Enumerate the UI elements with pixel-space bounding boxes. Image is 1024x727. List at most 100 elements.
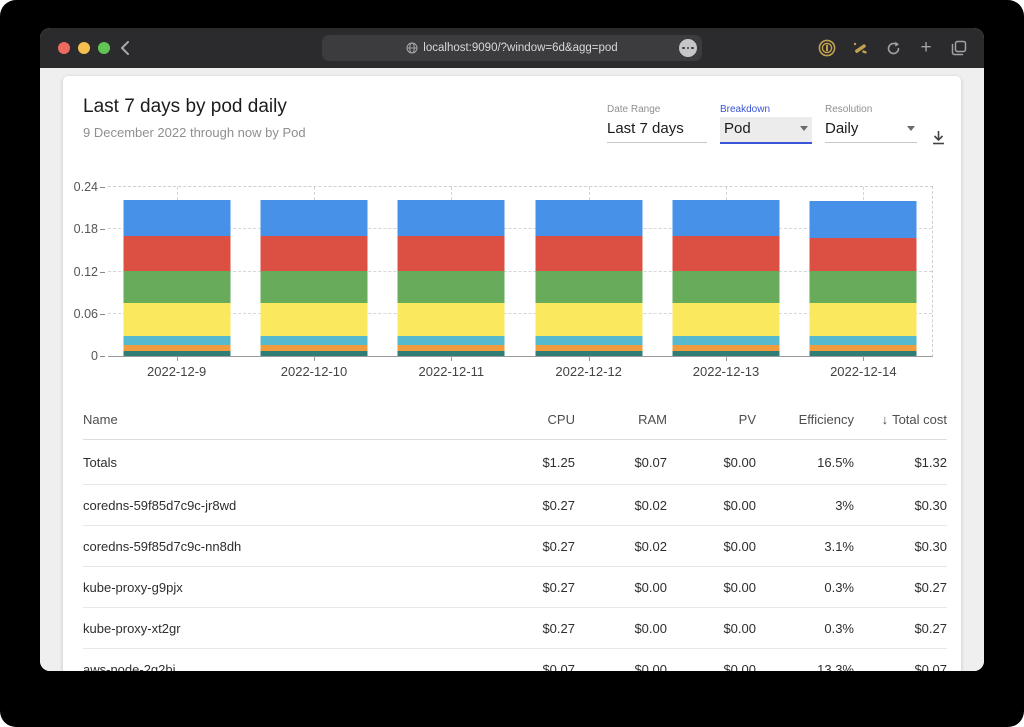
bar-segment-blue[interactable] [535, 200, 643, 236]
zoom-window-button[interactable] [98, 42, 110, 54]
cell-efficiency: 13.3% [817, 661, 854, 672]
bar-segment-red[interactable] [123, 235, 231, 271]
x-axis-label: 2022-12-13 [692, 364, 760, 379]
stacked-bar[interactable] [809, 201, 917, 356]
table-row[interactable]: aws-node-2g2bj $0.07 $0.00 $0.00 13.3% $0.07 [83, 649, 947, 672]
bar-segment-teal[interactable] [397, 351, 505, 356]
cell-efficiency: 3% [835, 497, 854, 513]
bar-segment-yellow[interactable] [123, 303, 231, 337]
cell-efficiency: 0.3% [824, 620, 854, 636]
cell-efficiency: 0.3% [824, 579, 854, 595]
cell-cpu: $0.27 [542, 497, 575, 513]
bar-segment-cyan[interactable] [672, 336, 780, 345]
back-button[interactable] [116, 38, 136, 58]
bar-segment-teal[interactable] [809, 351, 917, 356]
column-header-pv[interactable]: PV [667, 412, 756, 427]
bar-segment-blue[interactable] [123, 200, 231, 236]
column-header-cpu[interactable]: CPU [483, 412, 575, 427]
chevron-down-icon [907, 126, 915, 131]
bar-segment-green[interactable] [809, 270, 917, 304]
bar-segment-green[interactable] [123, 270, 231, 304]
cell-pv: $0.00 [723, 497, 756, 513]
bar-segment-cyan[interactable] [535, 336, 643, 345]
bar-segment-green[interactable] [260, 270, 368, 304]
close-window-button[interactable] [58, 42, 70, 54]
resolution-select[interactable]: Resolution Daily [825, 104, 917, 143]
browser-titlebar: localhost:9090/?window=6d&agg=pod + [40, 28, 984, 68]
cell-name: aws-node-2g2bj [83, 661, 176, 672]
address-bar[interactable]: localhost:9090/?window=6d&agg=pod [322, 35, 702, 61]
y-axis-label: 0.12 [74, 265, 108, 279]
page-background: Last 7 days by pod daily 9 December 2022… [40, 68, 984, 671]
plot-area: 0 0.06 0.12 0.18 0.24 2022-12-9 2022-12-10 2022… [74, 180, 933, 379]
bar-segment-teal[interactable] [672, 351, 780, 356]
bar-segment-yellow[interactable] [672, 303, 780, 337]
bar-segment-red[interactable] [672, 235, 780, 271]
onepassword-extension-button[interactable] [818, 39, 836, 57]
bar-segment-cyan[interactable] [809, 336, 917, 345]
x-axis-label: 2022-12-9 [147, 364, 207, 379]
onepassword-extension-icon [818, 39, 836, 57]
column-header-ram[interactable]: RAM [575, 412, 667, 427]
bar-segment-green[interactable] [397, 270, 505, 304]
breakdown-select[interactable]: Breakdown Pod [720, 104, 812, 144]
reload-button[interactable] [884, 39, 902, 57]
bar-segment-blue[interactable] [809, 201, 917, 238]
x-axis-label: 2022-12-14 [830, 364, 897, 379]
more-options-button[interactable] [679, 39, 697, 57]
tabs-overview-button[interactable] [950, 39, 968, 57]
bar-segment-yellow[interactable] [397, 303, 505, 337]
date-range-value: Last 7 days [607, 120, 684, 137]
breakdown-value: Pod [724, 120, 751, 137]
table-row[interactable]: Totals $1.25 $0.07 $0.00 16.5% $1.32 [83, 440, 947, 485]
bar-segment-yellow[interactable] [809, 303, 917, 337]
stacked-bar[interactable] [672, 200, 780, 356]
stacked-bar[interactable] [397, 200, 505, 356]
bar-segment-teal[interactable] [123, 351, 231, 356]
stacked-bar[interactable] [260, 200, 368, 356]
bar-segment-blue[interactable] [672, 200, 780, 236]
bar-segment-red[interactable] [260, 235, 368, 271]
bar-segment-red[interactable] [809, 237, 917, 271]
new-tab-button[interactable]: + [917, 38, 935, 57]
column-header-efficiency[interactable]: Efficiency [756, 412, 854, 427]
minimize-window-button[interactable] [78, 42, 90, 54]
bar-segment-red[interactable] [535, 235, 643, 271]
cell-cpu: $0.27 [542, 579, 575, 595]
sort-desc-icon: ↓ [881, 412, 889, 427]
cell-cpu: $0.27 [542, 620, 575, 636]
cell-name: kube-proxy-g9pjx [83, 579, 183, 595]
y-axis-label: 0.06 [74, 307, 108, 321]
table-row[interactable]: kube-proxy-xt2gr $0.27 $0.00 $0.00 0.3% $0.27 [83, 608, 947, 649]
bar-segment-teal[interactable] [260, 351, 368, 356]
bar-segment-cyan[interactable] [397, 336, 505, 345]
cell-efficiency: 3.1% [824, 538, 854, 554]
bar-segment-green[interactable] [535, 270, 643, 304]
bar-segment-blue[interactable] [397, 200, 505, 236]
cell-cpu: $0.07 [542, 661, 575, 672]
date-range-control[interactable]: Date Range Last 7 days [607, 104, 707, 143]
table-row[interactable]: coredns-59f85d7c9c-jr8wd $0.27 $0.02 $0.00 3… [83, 485, 947, 526]
bar-segment-yellow[interactable] [260, 303, 368, 337]
bar-segment-teal[interactable] [535, 351, 643, 356]
bar-segment-red[interactable] [397, 235, 505, 271]
table-header-row: Name CPU RAM PV Efficiency ↓ Total cost [83, 398, 947, 440]
table-row[interactable]: coredns-59f85d7c9c-nn8dh $0.27 $0.02 $0.00 3… [83, 526, 947, 567]
bar-segment-cyan[interactable] [260, 336, 368, 345]
download-button[interactable] [930, 129, 947, 146]
cell-name: coredns-59f85d7c9c-nn8dh [83, 538, 242, 554]
bar-segment-cyan[interactable] [123, 336, 231, 345]
stacked-bar[interactable] [123, 200, 231, 356]
wand-extension-button[interactable] [851, 39, 869, 57]
stacked-bar[interactable] [535, 200, 643, 356]
column-header-name[interactable]: Name [83, 412, 483, 427]
download-icon [933, 131, 944, 145]
y-axis-label: 0.24 [74, 180, 108, 194]
bar-segment-blue[interactable] [260, 200, 368, 236]
wand-extension-icon [853, 42, 867, 54]
cell-efficiency: 16.5% [817, 454, 854, 470]
bar-segment-yellow[interactable] [535, 303, 643, 337]
table-row[interactable]: kube-proxy-g9pjx $0.27 $0.00 $0.00 0.3% $0.27 [83, 567, 947, 608]
bar-segment-green[interactable] [672, 270, 780, 304]
column-header-total-cost[interactable]: ↓ Total cost [854, 412, 947, 427]
